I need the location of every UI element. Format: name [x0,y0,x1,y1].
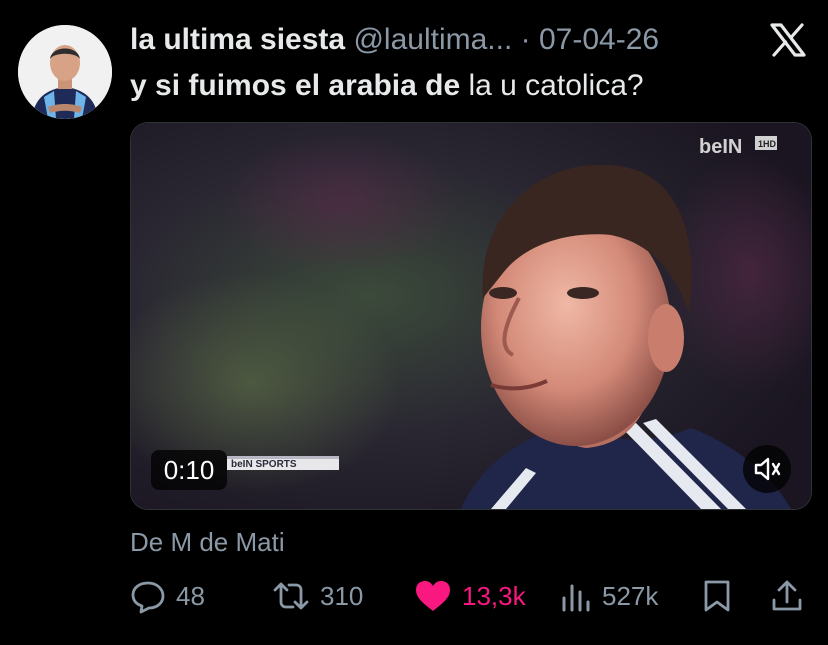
views-count: 527k [602,580,659,611]
svg-text:beIN SPORTS: beIN SPORTS [231,459,297,470]
video-player[interactable]: beIN 1HD beIN SPORTS 0:10 [130,122,812,510]
like-count: 13,3k [462,580,526,611]
video-frame: beIN 1HD beIN SPORTS [131,123,811,509]
repost-button[interactable]: 310 [272,574,363,618]
score-ticker: beIN SPORTS [227,456,339,470]
heart-icon [416,581,450,611]
svg-text:1HD: 1HD [758,139,777,149]
author-handle[interactable]: @laultima... [353,23,512,56]
reply-count: 48 [176,580,205,611]
post-text-rest: la u catolica? [460,69,644,102]
post-header: la ultima siesta @laultima... · 07-04-26 [130,22,758,58]
speaker-icon [754,457,781,481]
reply-button[interactable]: 48 [130,574,205,618]
bookmark-icon [704,580,730,612]
author-name[interactable]: la ultima siesta [130,23,345,56]
repost-count: 310 [320,580,364,611]
avatar[interactable] [18,25,112,119]
repost-icon [273,582,309,610]
separator: · [520,23,531,56]
x-logo-icon[interactable] [768,22,808,58]
video-source[interactable]: De M de Mati [130,525,285,559]
mute-button[interactable] [743,445,791,493]
video-duration: 0:10 [151,450,227,490]
views-icon [562,584,590,612]
reply-icon [131,581,165,614]
post-date[interactable]: 07-04-26 [539,23,659,56]
avatar-image [18,25,112,119]
like-button[interactable]: 13,3k [414,574,526,618]
share-button[interactable] [770,574,804,618]
views-button[interactable]: 527k [560,574,658,618]
post-text-bold: y si fuimos el arabia de [130,69,461,102]
bookmark-button[interactable] [702,574,732,618]
share-icon [772,580,802,611]
post-text: y si fuimos el arabia de la u catolica? [130,68,644,104]
svg-text:beIN: beIN [699,136,742,158]
